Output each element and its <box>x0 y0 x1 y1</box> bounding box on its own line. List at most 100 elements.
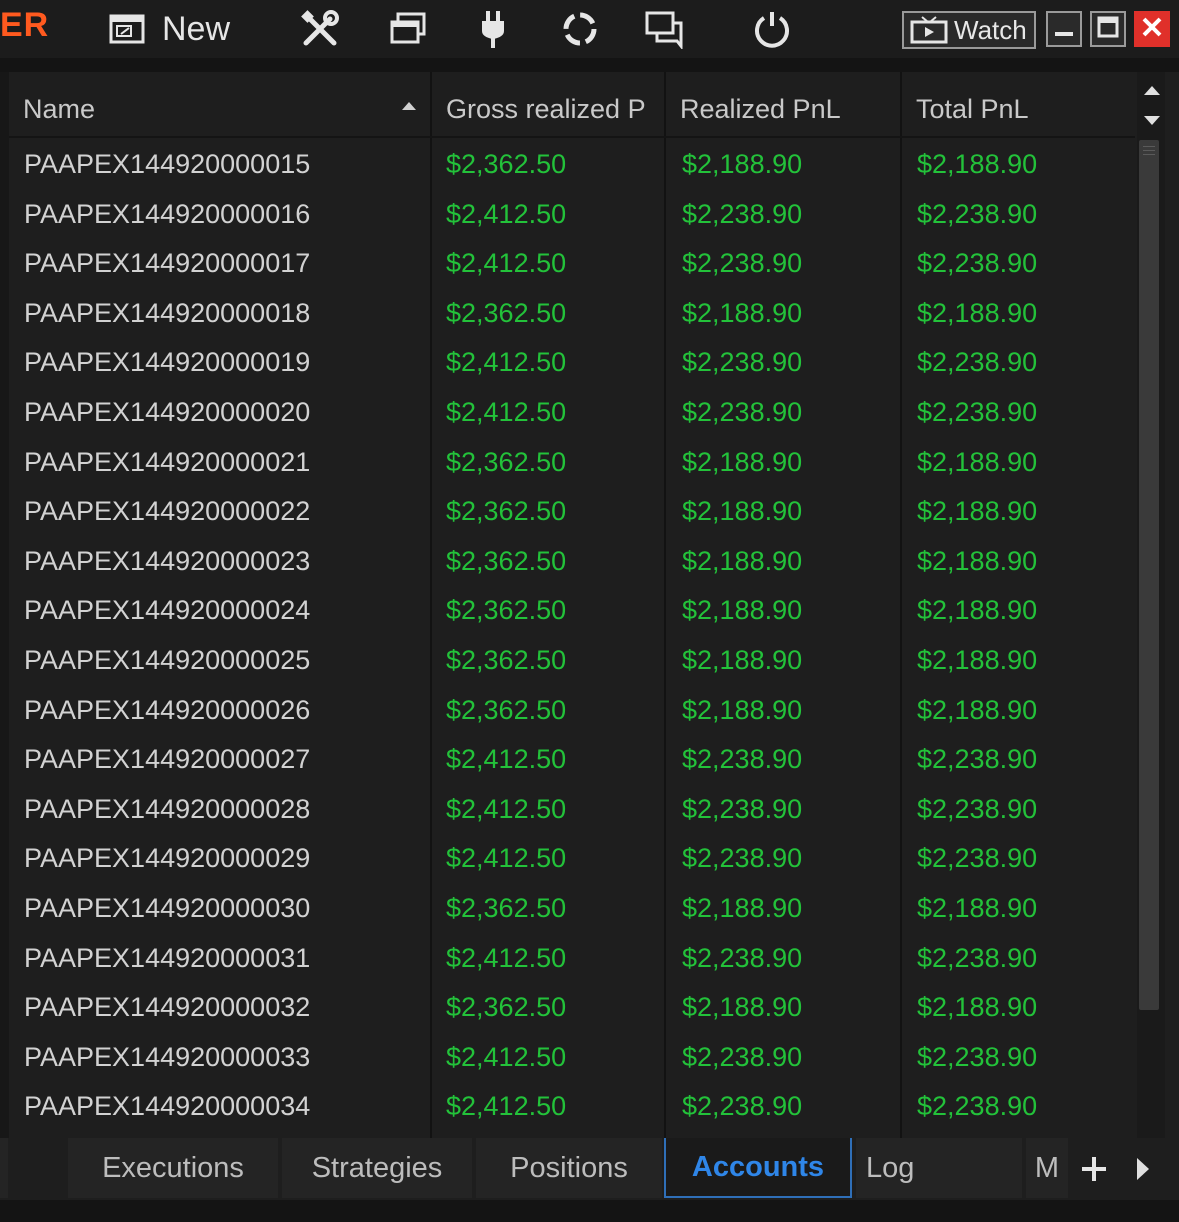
table-row[interactable]: PAAPEX144920000028 $2,412.50 $2,238.90 $2,2… <box>0 785 1135 835</box>
close-button[interactable] <box>1134 11 1170 47</box>
add-tab-button[interactable] <box>1080 1155 1108 1183</box>
cell-account-name: PAAPEX144920000032 <box>24 992 311 1023</box>
scroll-up-icon[interactable] <box>1144 86 1160 95</box>
tab-label: Accounts <box>691 1150 825 1183</box>
cell-total-pnl: $2,238.90 <box>917 347 1038 378</box>
table-row[interactable]: PAAPEX144920000026 $2,362.50 $2,188.90 $2,1… <box>0 686 1135 736</box>
table-row[interactable]: PAAPEX144920000031 $2,412.50 $2,238.90 $2,2… <box>0 934 1135 984</box>
close-icon <box>1141 16 1163 43</box>
cell-total-pnl: $2,238.90 <box>917 942 1038 973</box>
new-button[interactable]: New <box>108 6 258 52</box>
header-divider <box>9 136 1135 138</box>
column-header-label: Gross realized P <box>446 93 646 124</box>
cell-account-name: PAAPEX144920000026 <box>24 694 311 725</box>
cell-account-name: PAAPEX144920000033 <box>24 1041 311 1072</box>
table-row[interactable]: PAAPEX144920000019 $2,412.50 $2,238.90 $2,2… <box>0 338 1135 388</box>
tab-strategies[interactable]: Strategies <box>282 1138 472 1198</box>
watch-video-icon <box>910 16 948 44</box>
column-header-gross-realized[interactable]: Gross realized P <box>432 82 654 136</box>
scrollbar-thumb[interactable] <box>1139 140 1159 1010</box>
sync-icon <box>560 9 600 49</box>
grid-rows: PAAPEX144920000015 $2,362.50 $2,188.90 $2,1… <box>0 140 1135 1132</box>
maximize-button[interactable] <box>1090 11 1126 47</box>
tab-accounts[interactable]: Accounts <box>664 1138 852 1198</box>
cell-realized-pnl: $2,188.90 <box>682 496 803 527</box>
column-header-name[interactable]: Name <box>9 82 430 136</box>
cell-total-pnl: $2,238.90 <box>917 843 1038 874</box>
table-row[interactable]: PAAPEX144920000033 $2,412.50 $2,238.90 $2,2… <box>0 1033 1135 1083</box>
connection-button[interactable] <box>472 6 514 52</box>
table-row[interactable]: PAAPEX144920000024 $2,362.50 $2,188.90 $2,1… <box>0 586 1135 636</box>
minimize-button[interactable] <box>1046 11 1082 47</box>
cell-total-pnl: $2,188.90 <box>917 545 1038 576</box>
thumb-grip <box>1143 150 1155 151</box>
maximize-icon <box>1097 16 1119 43</box>
cell-realized-pnl: $2,188.90 <box>682 595 803 626</box>
cell-account-name: PAAPEX144920000030 <box>24 892 311 923</box>
table-row[interactable]: PAAPEX144920000017 $2,412.50 $2,238.90 $2,2… <box>0 239 1135 289</box>
cell-realized-pnl: $2,188.90 <box>682 545 803 576</box>
cell-total-pnl: $2,238.90 <box>917 198 1038 229</box>
sort-ascending-icon <box>402 102 416 110</box>
table-row[interactable]: PAAPEX144920000025 $2,362.50 $2,188.90 $2,1… <box>0 636 1135 686</box>
tab-executions[interactable]: Executions <box>68 1138 278 1198</box>
tab-label: Strategies <box>311 1151 443 1184</box>
table-row[interactable]: PAAPEX144920000018 $2,362.50 $2,188.90 $2,1… <box>0 289 1135 339</box>
cell-total-pnl: $2,188.90 <box>917 694 1038 725</box>
power-button[interactable] <box>748 6 796 52</box>
tab-partial-left[interactable] <box>0 1138 8 1198</box>
cell-gross-realized: $2,412.50 <box>446 396 567 427</box>
table-row[interactable]: PAAPEX144920000020 $2,412.50 $2,238.90 $2,2… <box>0 388 1135 438</box>
app-brand-fragment: ER <box>0 6 50 44</box>
cell-realized-pnl: $2,238.90 <box>682 198 803 229</box>
chat-button[interactable] <box>640 6 688 52</box>
cell-realized-pnl: $2,238.90 <box>682 1041 803 1072</box>
table-row[interactable]: PAAPEX144920000027 $2,412.50 $2,238.90 $2,2… <box>0 735 1135 785</box>
tab-bar: Executions Strategies Positions Accounts… <box>0 1138 1179 1200</box>
table-row[interactable]: PAAPEX144920000021 $2,362.50 $2,188.90 $2,1… <box>0 438 1135 488</box>
column-header-realized-pnl[interactable]: Realized PnL <box>666 82 900 136</box>
cell-total-pnl: $2,188.90 <box>917 297 1038 328</box>
cell-account-name: PAAPEX144920000023 <box>24 545 311 576</box>
sync-button[interactable] <box>556 6 604 52</box>
cell-gross-realized: $2,412.50 <box>446 198 567 229</box>
cell-gross-realized: $2,362.50 <box>446 297 567 328</box>
table-row[interactable]: PAAPEX144920000029 $2,412.50 $2,238.90 $2,2… <box>0 834 1135 884</box>
cell-account-name: PAAPEX144920000020 <box>24 396 311 427</box>
plus-icon <box>1080 1157 1108 1187</box>
scroll-tabs-right-icon[interactable] <box>1137 1158 1149 1180</box>
column-header-total-pnl[interactable]: Total PnL <box>902 82 1135 136</box>
table-row[interactable]: PAAPEX144920000023 $2,362.50 $2,188.90 $2,1… <box>0 537 1135 587</box>
cell-total-pnl: $2,188.90 <box>917 446 1038 477</box>
cell-realized-pnl: $2,188.90 <box>682 694 803 725</box>
cell-gross-realized: $2,362.50 <box>446 446 567 477</box>
table-row[interactable]: PAAPEX144920000015 $2,362.50 $2,188.90 $2,1… <box>0 140 1135 190</box>
table-row[interactable]: PAAPEX144920000032 $2,362.50 $2,188.90 $2,1… <box>0 983 1135 1033</box>
cell-gross-realized: $2,412.50 <box>446 843 567 874</box>
cell-account-name: PAAPEX144920000031 <box>24 942 311 973</box>
cell-account-name: PAAPEX144920000019 <box>24 347 311 378</box>
table-row[interactable]: PAAPEX144920000022 $2,362.50 $2,188.90 $2,1… <box>0 487 1135 537</box>
scroll-down-icon[interactable] <box>1144 116 1160 125</box>
tools-button[interactable] <box>296 6 344 52</box>
vertical-scrollbar[interactable] <box>1137 72 1165 1138</box>
cell-account-name: PAAPEX144920000017 <box>24 248 311 279</box>
tab-log[interactable]: Log <box>856 1138 1022 1198</box>
cell-gross-realized: $2,362.50 <box>446 595 567 626</box>
table-row[interactable]: PAAPEX144920000016 $2,412.50 $2,238.90 $2,2… <box>0 190 1135 240</box>
cell-account-name: PAAPEX144920000016 <box>24 198 311 229</box>
cell-realized-pnl: $2,238.90 <box>682 843 803 874</box>
column-header-label: Realized PnL <box>680 93 841 124</box>
tab-positions[interactable]: Positions <box>476 1138 662 1198</box>
cell-realized-pnl: $2,238.90 <box>682 248 803 279</box>
workspaces-button[interactable] <box>384 6 432 52</box>
cell-total-pnl: $2,238.90 <box>917 396 1038 427</box>
table-row[interactable]: PAAPEX144920000030 $2,362.50 $2,188.90 $2,1… <box>0 884 1135 934</box>
cell-total-pnl: $2,238.90 <box>917 1041 1038 1072</box>
table-row[interactable]: PAAPEX144920000034 $2,412.50 $2,238.90 $2,2… <box>0 1082 1135 1132</box>
cell-account-name: PAAPEX144920000034 <box>24 1091 311 1122</box>
cell-realized-pnl: $2,238.90 <box>682 793 803 824</box>
thumb-grip <box>1143 146 1155 147</box>
tab-partial-m[interactable]: M <box>1026 1138 1068 1198</box>
watch-button[interactable]: Watch <box>902 11 1036 49</box>
